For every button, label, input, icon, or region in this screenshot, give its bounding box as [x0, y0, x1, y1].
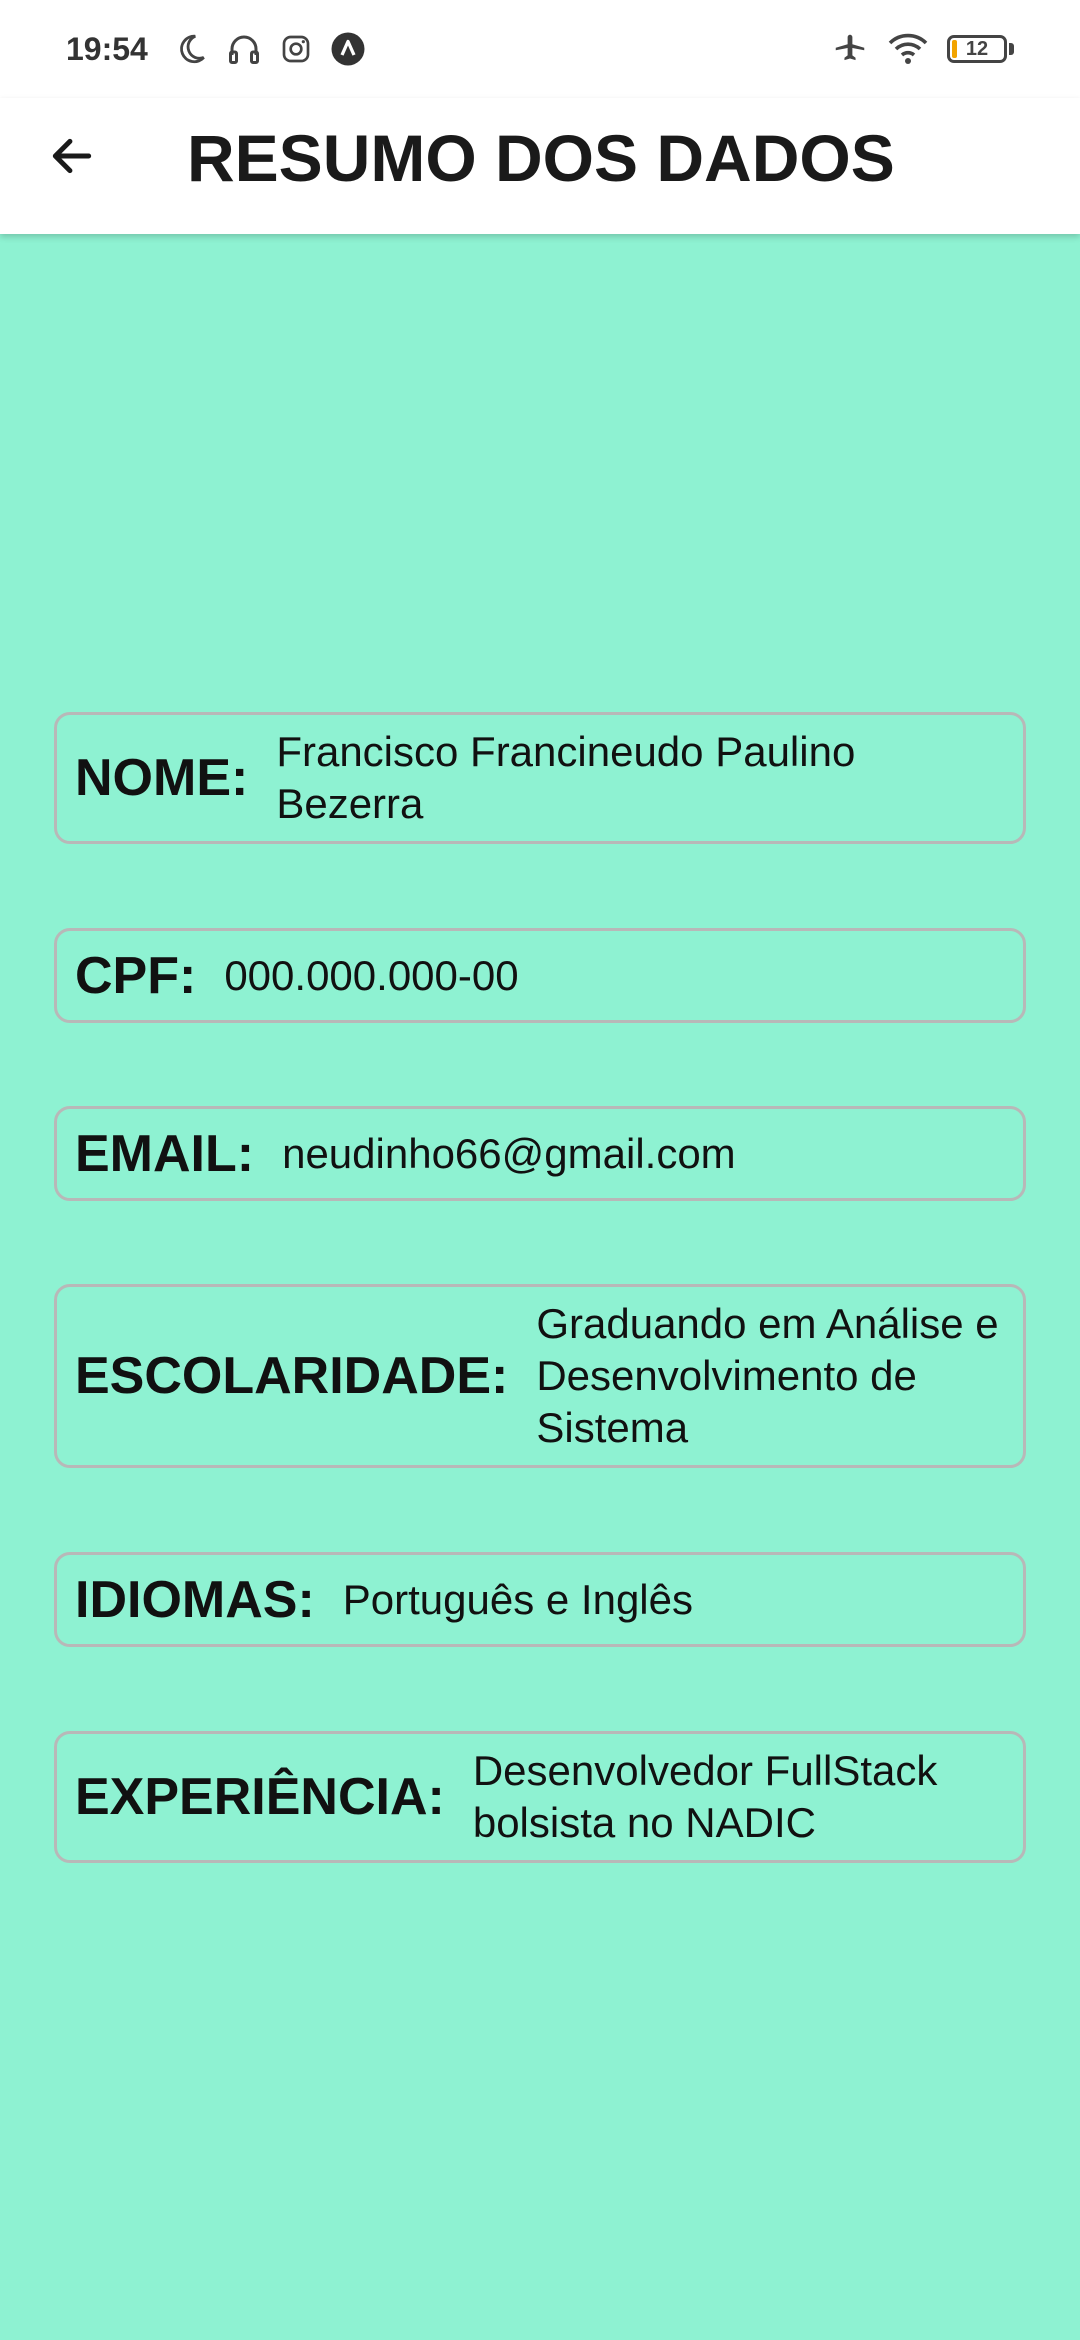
- escolaridade-value: Graduando em Análise e Desenvolvimento d…: [536, 1300, 999, 1451]
- wifi-icon: [887, 31, 929, 67]
- battery-icon: 12: [947, 35, 1014, 63]
- status-bar: 19:54 12: [0, 0, 1080, 98]
- moon-icon: [174, 32, 208, 66]
- airplane-icon: [831, 30, 869, 68]
- cpf-value: 000.000.000-00: [224, 951, 519, 999]
- back-button[interactable]: [40, 126, 104, 190]
- nome-value: Francisco Francineudo Paulino Bezerra: [276, 728, 856, 827]
- experiencia-value: Desenvolvedor FullStack bolsista no NADI…: [472, 1747, 938, 1846]
- email-value: neudinho66@gmail.com: [282, 1129, 736, 1177]
- nome-label: NOME:: [75, 749, 249, 807]
- nav-app-icon: [330, 31, 366, 67]
- idiomas-label: IDIOMAS:: [75, 1570, 315, 1629]
- cpf-card: CPF: 000.000.000-00: [54, 928, 1026, 1023]
- instagram-icon: [280, 33, 312, 65]
- escolaridade-label: ESCOLARIDADE:: [75, 1347, 509, 1405]
- escolaridade-card: ESCOLARIDADE: Graduando em Análise e Des…: [54, 1284, 1026, 1468]
- email-card: EMAIL: neudinho66@gmail.com: [54, 1106, 1026, 1201]
- battery-cap: [1009, 43, 1014, 55]
- cpf-label: CPF:: [75, 946, 197, 1005]
- page-title: RESUMO DOS DADOS: [187, 121, 895, 195]
- experiencia-card: EXPERIÊNCIA: Desenvolvedor FullStack bol…: [54, 1731, 1026, 1863]
- idiomas-card: IDIOMAS: Português e Inglês: [54, 1552, 1026, 1647]
- status-time: 19:54: [66, 30, 148, 67]
- status-left: 19:54: [66, 31, 366, 68]
- nome-card: NOME: Francisco Francineudo Paulino Beze…: [54, 712, 1026, 844]
- arrow-left-icon: [47, 131, 97, 186]
- status-right: 12: [831, 30, 1014, 68]
- battery-fill: [952, 40, 957, 58]
- headset-icon: [226, 31, 262, 67]
- email-label: EMAIL:: [75, 1124, 255, 1183]
- experiencia-label: EXPERIÊNCIA:: [75, 1768, 445, 1826]
- battery-level: 12: [965, 37, 989, 60]
- app-bar: RESUMO DOS DADOS: [0, 98, 1080, 234]
- idiomas-value: Português e Inglês: [342, 1575, 693, 1623]
- battery-body: 12: [947, 35, 1007, 63]
